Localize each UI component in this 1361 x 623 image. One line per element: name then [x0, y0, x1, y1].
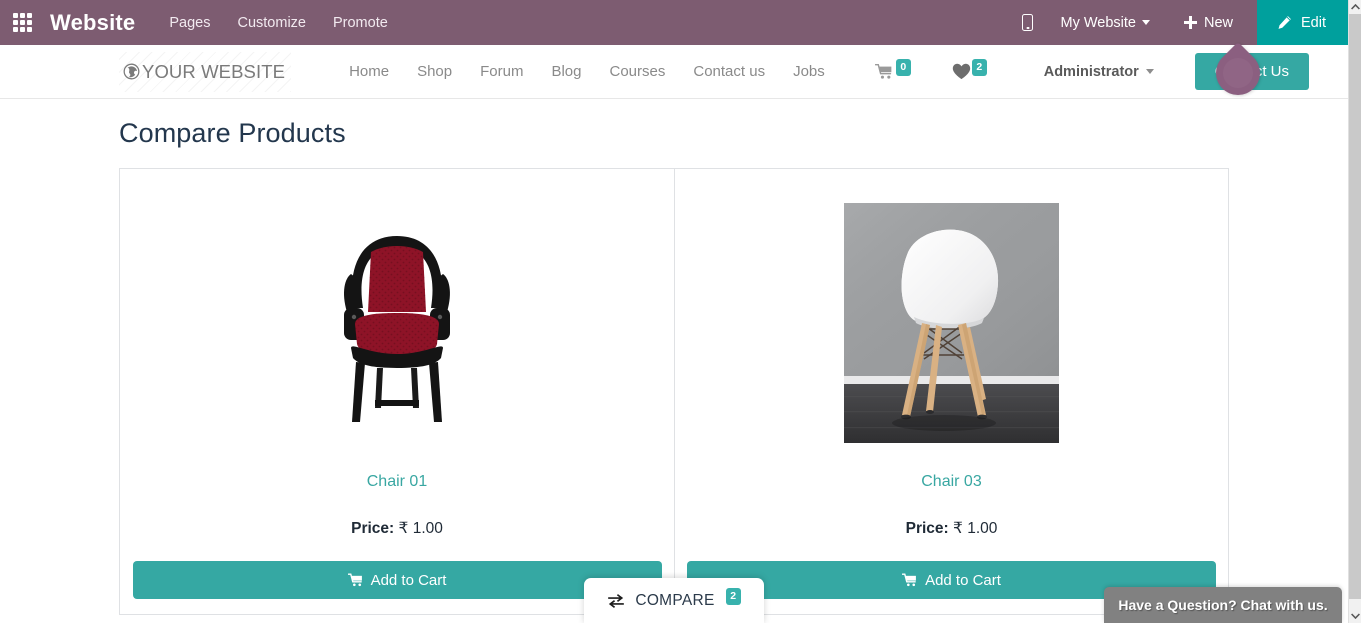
chevron-down-icon [1350, 613, 1360, 619]
chevron-up-icon [1350, 4, 1360, 10]
topbar-brand[interactable]: Website [50, 10, 135, 36]
nav-item-contact-us[interactable]: Contact us [679, 63, 779, 80]
pencil-icon [1277, 15, 1292, 30]
app-root: Website Pages Customize Promote My Websi… [0, 0, 1361, 623]
product-price-value: ₹ 1.00 [398, 520, 443, 537]
product-image[interactable] [120, 169, 674, 469]
product-image-chair-03 [844, 203, 1059, 443]
odoo-topbar: Website Pages Customize Promote My Websi… [0, 0, 1348, 45]
site-logo-text: YOUR WEBSITE [142, 60, 286, 82]
wishlist-count-badge: 2 [971, 59, 987, 76]
compare-count-badge: 2 [725, 588, 741, 605]
product-price-label: Price: [351, 520, 395, 537]
live-chat-label: Have a Question? Chat with us. [1118, 597, 1328, 613]
site-nav: Home Shop Forum Blog Courses Contact us … [335, 63, 839, 80]
site-logo[interactable]: YOUR WEBSITE [119, 51, 292, 92]
add-to-cart-label: Add to Cart [925, 571, 1001, 589]
live-chat-widget[interactable]: Have a Question? Chat with us. [1104, 587, 1342, 623]
product-name-link[interactable]: Chair 01 [367, 473, 427, 491]
shopping-cart-icon [347, 573, 362, 587]
edit-button-label: Edit [1301, 14, 1326, 31]
chevron-down-icon [1145, 69, 1154, 74]
user-menu-label: Administrator [1043, 63, 1139, 80]
shopping-cart-icon [874, 63, 892, 79]
topbar-menu-promote[interactable]: Promote [333, 15, 388, 31]
wishlist-button[interactable]: 2 [952, 59, 987, 80]
user-menu-dropdown[interactable]: Administrator [1044, 64, 1154, 80]
product-price: Price: ₹ 1.00 [351, 519, 443, 538]
compare-bar[interactable]: COMPARE 2 [584, 578, 764, 623]
cart-button[interactable]: 0 [874, 59, 911, 80]
product-image-chair-01 [344, 235, 450, 422]
add-to-cart-button[interactable]: Add to Cart [132, 561, 662, 599]
compare-bar-label: COMPARE [635, 592, 715, 609]
chevron-down-icon [1141, 20, 1150, 25]
nav-item-courses[interactable]: Courses [596, 63, 680, 80]
topbar-menu-customize[interactable]: Customize [237, 15, 306, 31]
compare-product-column: Chair 01 Price: ₹ 1.00 Add to Cart [120, 169, 674, 614]
heart-icon [952, 63, 970, 80]
globe-icon [123, 63, 140, 80]
topbar-menu-pages[interactable]: Pages [169, 15, 210, 31]
product-price-label: Price: [905, 520, 949, 537]
scrollbar-thumb[interactable] [1349, 14, 1361, 599]
product-price-value: ₹ 1.00 [953, 520, 998, 537]
compare-products-table: Chair 01 Price: ₹ 1.00 Add to Cart Chair… [119, 168, 1229, 615]
topbar-menu: Pages Customize Promote [169, 15, 387, 31]
compare-product-column: Chair 03 Price: ₹ 1.00 Add to Cart [674, 169, 1228, 614]
page-title: Compare Products [119, 118, 346, 148]
product-name-link[interactable]: Chair 03 [921, 473, 981, 491]
edit-button[interactable]: Edit [1257, 0, 1348, 45]
plus-icon [1183, 16, 1197, 29]
nav-item-shop[interactable]: Shop [403, 63, 466, 80]
nav-item-home[interactable]: Home [335, 63, 403, 80]
site-selector-dropdown[interactable]: My Website [1061, 15, 1150, 31]
scrollbar-down-arrow[interactable] [1349, 609, 1361, 623]
exchange-arrows-icon [608, 594, 625, 608]
add-to-cart-label: Add to Cart [370, 571, 447, 589]
scrollbar-up-arrow[interactable] [1349, 0, 1361, 14]
header-right-group: Administrator Contact Us [1044, 53, 1348, 90]
cart-count-badge: 0 [895, 59, 911, 76]
topbar-right-group: My Website New Edit [1011, 0, 1348, 45]
site-selector-label: My Website [1060, 14, 1136, 31]
new-button[interactable]: New [1183, 14, 1233, 31]
apps-grid-icon[interactable] [0, 0, 44, 45]
product-price: Price: ₹ 1.00 [906, 519, 998, 538]
shopping-cart-icon [902, 573, 916, 587]
new-button-label: New [1203, 14, 1233, 31]
product-image[interactable] [675, 169, 1228, 469]
nav-item-jobs[interactable]: Jobs [779, 63, 839, 80]
nav-item-blog[interactable]: Blog [537, 63, 595, 80]
page-scrollbar[interactable] [1348, 0, 1361, 623]
mobile-preview-icon[interactable] [1011, 14, 1045, 31]
nav-item-forum[interactable]: Forum [466, 63, 537, 80]
website-header: YOUR WEBSITE Home Shop Forum Blog Course… [0, 45, 1348, 99]
